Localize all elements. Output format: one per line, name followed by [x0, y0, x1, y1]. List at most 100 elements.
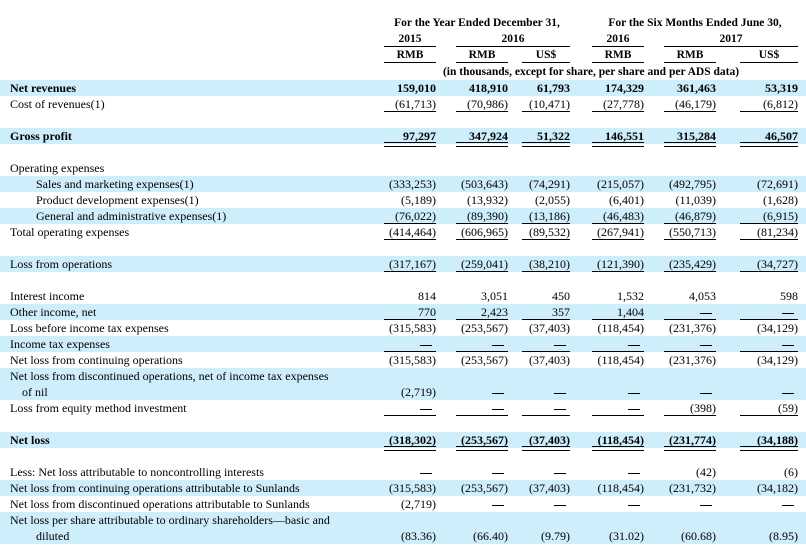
value-cell: (10,471) [529, 97, 570, 111]
nil-dash [554, 505, 566, 506]
value-cell: (60.68) [681, 529, 716, 543]
double-underline [592, 446, 644, 451]
row-label: Operating expenses [10, 161, 105, 175]
table-row: Sales and marketing expenses(1) (333,253)… [0, 176, 806, 192]
double-underline [664, 142, 716, 147]
header-year-2015: 2015 [384, 32, 436, 47]
header-year-2017: 2017 [664, 32, 798, 47]
value-cell: (315,583) [389, 481, 436, 495]
underline [740, 111, 798, 112]
table-row: Gross profit 97,297 347,924 51,322 146,551 31… [0, 128, 806, 147]
value-cell: (6,915) [763, 209, 798, 223]
row-label: Loss from equity method investment [10, 401, 187, 415]
underline [522, 111, 570, 112]
value-cell: (492,795) [669, 177, 716, 191]
value-cell: (2,719) [401, 497, 436, 511]
table-row: Total operating expenses (414,464) (606,96… [0, 224, 806, 240]
nil-dash [420, 345, 432, 346]
value-cell: 61,793 [537, 81, 570, 95]
nil-dash [782, 345, 794, 346]
value-cell: 814 [418, 289, 436, 303]
double-underline [456, 142, 508, 147]
value-cell: (2,055) [535, 193, 570, 207]
value-cell: (231,732) [669, 481, 716, 495]
row-label: Cost of revenues(1) [10, 97, 105, 111]
value-cell: (81,234) [757, 225, 798, 239]
underline [664, 239, 716, 240]
underline [664, 111, 716, 112]
row-label: Other income, net [10, 305, 97, 319]
value-cell: (267,941) [597, 225, 644, 239]
underline [456, 271, 508, 272]
row-label: Net loss from continuing operations [10, 353, 183, 367]
value-cell: (37,403) [529, 321, 570, 335]
value-cell: (89,390) [467, 209, 508, 223]
double-underline [592, 142, 644, 147]
underline [740, 239, 798, 240]
value-cell: (27,778) [603, 97, 644, 111]
table-row: Income tax expenses [0, 336, 806, 352]
value-cell: (231,376) [669, 353, 716, 367]
value-cell: (11,039) [675, 193, 716, 207]
nil-dash [700, 393, 712, 394]
double-underline [740, 142, 798, 147]
row-label: Net loss [10, 433, 50, 447]
value-cell: (31.02) [609, 529, 644, 543]
row-label: Income tax expenses [10, 337, 110, 351]
nil-dash [700, 345, 712, 346]
underline [522, 239, 570, 240]
value-cell: (231,376) [669, 321, 716, 335]
nil-dash [554, 345, 566, 346]
nil-dash [554, 393, 566, 394]
underline [592, 239, 644, 240]
row-label: of nil [22, 385, 48, 399]
value-cell: 1,532 [617, 289, 644, 303]
double-underline [384, 446, 436, 451]
double-underline [740, 446, 798, 451]
value-cell: (2,719) [401, 385, 436, 399]
nil-dash [420, 473, 432, 474]
value-cell: (9.79) [541, 529, 570, 543]
row-label: Net loss from discontinued operations, n… [10, 369, 329, 383]
value-cell: (317,167) [389, 257, 436, 271]
double-underline [456, 446, 508, 451]
value-cell: 598 [780, 289, 798, 303]
value-cell: (503,643) [461, 177, 508, 191]
value-cell: (8.95) [769, 529, 798, 543]
value-cell: (121,390) [597, 257, 644, 271]
value-cell: (398) [690, 401, 716, 415]
table-row: Loss from equity method investment (398) (… [0, 400, 806, 416]
value-cell: 450 [552, 289, 570, 303]
value-cell: (66.40) [473, 529, 508, 543]
value-cell: (72,691) [757, 177, 798, 191]
header-year-group: For the Year Ended December 31, [394, 17, 560, 29]
value-cell: (315,583) [389, 353, 436, 367]
double-underline [522, 446, 570, 451]
table-row: Cost of revenues(1) (61,713) (70,986) (10,4… [0, 96, 806, 112]
header-six-month-group: For the Six Months Ended June 30, [608, 17, 782, 29]
nil-dash [782, 393, 794, 394]
underline [384, 111, 436, 112]
row-label: diluted [36, 529, 70, 543]
row-label: Net revenues [10, 81, 77, 95]
value-cell: (414,464) [389, 225, 436, 239]
value-cell: 361,463 [677, 81, 716, 95]
value-cell: (76,022) [395, 209, 436, 223]
underline [384, 415, 436, 416]
value-cell: (34,129) [757, 353, 798, 367]
table-row: Net loss from continuing operations (315,… [0, 352, 806, 368]
underline [384, 271, 436, 272]
row-label: Loss from operations [10, 257, 112, 271]
table-row: General and administrative expenses(1) (7… [0, 208, 806, 224]
header-unit-note: (in thousands, except for share, per sha… [442, 66, 740, 78]
header-currency-rmb-2016: RMB [456, 48, 508, 63]
table-row: Interest income 814 3,051 450 1,532 4,053 598 [0, 288, 806, 304]
table-row: Product development expenses(1) (5,189) (1… [0, 192, 806, 208]
underline [592, 271, 644, 272]
nil-dash [782, 313, 794, 314]
row-label: Total operating expenses [10, 225, 130, 239]
nil-dash [628, 409, 640, 410]
table-row: Operating expenses [0, 160, 806, 176]
nil-dash [554, 409, 566, 410]
header-currency-rmb-2017: RMB [664, 48, 716, 63]
